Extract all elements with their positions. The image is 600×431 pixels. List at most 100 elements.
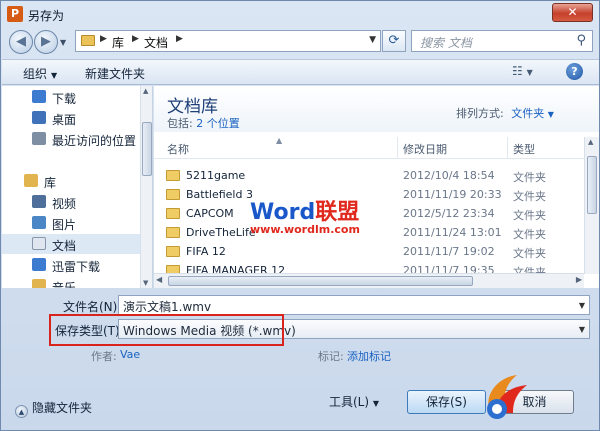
organize-button[interactable]: 组织 ▼ bbox=[23, 65, 57, 82]
file-name: DriveTheLife bbox=[186, 226, 256, 239]
watermark-url: www.wordlm.com bbox=[250, 223, 360, 236]
sidebar-item-downloads[interactable]: 下载 bbox=[2, 87, 140, 107]
sidebar-item-documents[interactable]: 文档 bbox=[2, 234, 140, 254]
library-folder-icon bbox=[81, 35, 95, 46]
sort-ascending-icon: ▲ bbox=[276, 136, 283, 145]
column-divider[interactable] bbox=[397, 137, 398, 159]
search-input[interactable]: 搜索 文档 ⚲ bbox=[411, 30, 593, 52]
view-options-button[interactable]: ☷ ▼ bbox=[512, 64, 546, 80]
column-divider[interactable] bbox=[507, 137, 508, 159]
library-includes: 包括: 2 个位置 bbox=[167, 115, 240, 131]
organize-label: 组织 bbox=[23, 67, 48, 81]
file-list-pane: 文档库 包括: 2 个位置 排列方式: 文件夹 ▼ 名称 ▲ 修改日期 类型 5… bbox=[154, 86, 599, 288]
sidebar-item-recent-places[interactable]: 最近访问的位置 bbox=[2, 129, 140, 149]
forward-button[interactable]: ▶ bbox=[34, 30, 58, 54]
includes-locations-link[interactable]: 2 个位置 bbox=[196, 117, 240, 130]
new-folder-button[interactable]: 新建文件夹 bbox=[85, 65, 145, 82]
arrange-by-value: 文件夹 bbox=[511, 107, 545, 120]
arrange-by-dropdown[interactable]: 文件夹 ▼ bbox=[511, 107, 554, 120]
tools-button[interactable]: 工具(L) ▼ bbox=[327, 390, 381, 414]
column-header-date[interactable]: 修改日期 bbox=[403, 141, 447, 157]
command-bar: 组织 ▼ 新建文件夹 ☷ ▼ ? bbox=[2, 59, 599, 85]
file-type: 文件夹 bbox=[513, 247, 546, 260]
scroll-up-icon[interactable]: ▲ bbox=[588, 138, 593, 146]
tags-field[interactable]: 添加标记 bbox=[347, 348, 391, 364]
column-header-name[interactable]: 名称 bbox=[167, 141, 189, 157]
sidebar-scrollbar[interactable]: ▲ ▼ bbox=[140, 86, 152, 288]
filename-label: 文件名(N): bbox=[63, 300, 122, 314]
library-header: 文档库 包括: 2 个位置 排列方式: 文件夹 ▼ bbox=[154, 86, 599, 132]
tags-label: 标记: bbox=[318, 350, 344, 363]
sidebar-item-pictures[interactable]: 图片 bbox=[2, 213, 140, 233]
download-folder-icon bbox=[32, 90, 46, 103]
table-row[interactable]: 5211game 2012/10/4 18:54 文件夹 bbox=[154, 166, 584, 185]
scrollbar-thumb[interactable] bbox=[142, 122, 152, 176]
save-as-dialog: P 另存为 ✕ ◀ ▶ ▼ ▶ 库 ▶ 文档 ▶ ▼ ⟳ 搜索 文档 ⚲ 组织 ▼… bbox=[0, 0, 600, 431]
sidebar-item-thunder-downloads[interactable]: 迅雷下载 bbox=[2, 255, 140, 275]
column-header-type[interactable]: 类型 bbox=[513, 141, 535, 157]
file-date: 2012/5/12 23:34 bbox=[403, 207, 495, 220]
tools-label: 工具(L) bbox=[328, 395, 370, 409]
scrollbar-thumb[interactable] bbox=[587, 156, 597, 214]
breadcrumb-arrow-icon[interactable]: ▶ bbox=[176, 34, 183, 44]
scroll-up-icon[interactable]: ▲ bbox=[143, 87, 148, 95]
annotation-highlight-box bbox=[49, 314, 284, 346]
file-type: 文件夹 bbox=[513, 228, 546, 241]
breadcrumb-libraries[interactable]: 库 bbox=[112, 34, 124, 51]
address-dropdown-icon[interactable]: ▼ bbox=[369, 35, 376, 45]
navigation-pane: 下载 桌面 最近访问的位置 库 视频 图片 文档 迅雷下载 音乐 ▲ ▼ bbox=[2, 86, 153, 288]
back-button[interactable]: ◀ bbox=[9, 30, 33, 54]
close-button[interactable]: ✕ bbox=[552, 3, 593, 22]
chevron-down-icon[interactable]: ▼ bbox=[579, 301, 585, 310]
sidebar-item-videos[interactable]: 视频 bbox=[2, 192, 140, 212]
sidebar-item-music[interactable]: 音乐 bbox=[2, 276, 140, 288]
title-bar: P 另存为 ✕ bbox=[1, 1, 599, 27]
chevron-down-icon: ▼ bbox=[51, 71, 58, 80]
recent-pages-dropdown[interactable]: ▼ bbox=[60, 38, 66, 47]
table-row[interactable]: DriveTheLife 2011/11/24 13:01 文件夹 bbox=[154, 223, 584, 242]
scroll-left-icon[interactable]: ◀ bbox=[156, 275, 162, 284]
breadcrumb-arrow-icon[interactable]: ▶ bbox=[132, 34, 139, 44]
documents-icon bbox=[32, 237, 46, 250]
file-list-horizontal-scrollbar[interactable]: ◀ ▶ bbox=[154, 273, 584, 288]
thunder-download-icon bbox=[32, 258, 46, 271]
sidebar-item-libraries[interactable]: 库 bbox=[2, 171, 140, 191]
file-date: 2011/11/7 19:02 bbox=[403, 245, 495, 258]
breadcrumb-documents[interactable]: 文档 bbox=[144, 34, 168, 51]
recent-places-icon bbox=[32, 132, 46, 145]
scroll-down-icon[interactable]: ▼ bbox=[143, 279, 148, 287]
refresh-button[interactable]: ⟳ bbox=[382, 30, 406, 52]
hide-folders-label: 隐藏文件夹 bbox=[32, 401, 93, 415]
filename-field[interactable]: 演示文稿1.wmv ▼ bbox=[118, 295, 590, 315]
table-row[interactable]: Battlefield 3 2011/11/19 20:33 文件夹 bbox=[154, 185, 584, 204]
library-title: 文档库 bbox=[167, 97, 218, 117]
scroll-right-icon[interactable]: ▶ bbox=[576, 275, 582, 284]
save-button[interactable]: 保存(S) bbox=[407, 390, 486, 414]
window-title: 另存为 bbox=[28, 9, 65, 23]
watermark-word: Word bbox=[250, 200, 316, 225]
chevron-down-icon[interactable]: ▼ bbox=[579, 325, 585, 334]
author-label: 作者: bbox=[91, 350, 117, 363]
breadcrumb-arrow-icon[interactable]: ▶ bbox=[100, 34, 107, 44]
folder-icon bbox=[166, 208, 180, 219]
file-type: 文件夹 bbox=[513, 209, 546, 222]
table-row[interactable]: FIFA 12 2011/11/7 19:02 文件夹 bbox=[154, 242, 584, 261]
file-date: 2012/10/4 18:54 bbox=[403, 169, 495, 182]
scrollbar-thumb[interactable] bbox=[168, 276, 473, 286]
arrange-by: 排列方式: 文件夹 ▼ bbox=[456, 105, 554, 121]
file-date: 2011/11/24 13:01 bbox=[403, 226, 502, 239]
table-row[interactable]: CAPCOM 2012/5/12 23:34 文件夹 bbox=[154, 204, 584, 223]
pictures-icon bbox=[32, 216, 46, 229]
sidebar-item-desktop[interactable]: 桌面 bbox=[2, 108, 140, 128]
address-bar[interactable]: ▶ 库 ▶ 文档 ▶ ▼ bbox=[75, 30, 381, 52]
file-list-vertical-scrollbar[interactable]: ▲ bbox=[584, 137, 599, 274]
powerpoint-icon: P bbox=[7, 6, 23, 22]
author-field[interactable]: Vae bbox=[120, 348, 140, 361]
sidebar-item-label: 下载 bbox=[52, 92, 77, 106]
search-icon[interactable]: ⚲ bbox=[576, 33, 586, 48]
hide-folders-toggle[interactable]: ▲ 隐藏文件夹 bbox=[15, 399, 92, 418]
help-icon[interactable]: ? bbox=[566, 63, 583, 80]
search-placeholder: 搜索 文档 bbox=[420, 36, 472, 50]
filename-value: 演示文稿1.wmv bbox=[123, 300, 212, 314]
sidebar-item-label: 视频 bbox=[52, 197, 77, 211]
